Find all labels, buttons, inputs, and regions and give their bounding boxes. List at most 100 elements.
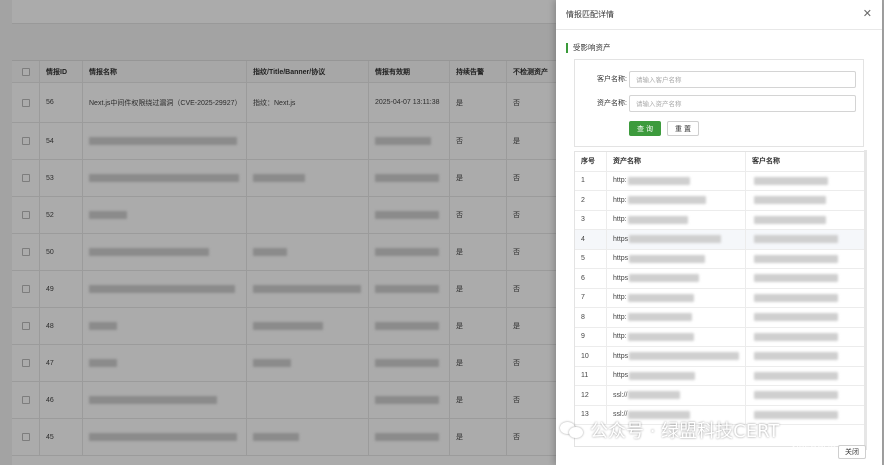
close-button[interactable]: 关闭 (838, 445, 866, 459)
asset-prefix: http: (613, 196, 627, 204)
affected-assets-table: 序号 资产名称 客户名称 1 http: 2 http: 3 http: 4 https 5 ht… (574, 151, 866, 447)
cell-no: 5 (575, 249, 607, 268)
asset-prefix: https (613, 372, 629, 380)
col-customer-name: 客户名称 (752, 158, 780, 166)
reset-button[interactable]: 重 置 (667, 121, 699, 136)
close-icon[interactable]: ✕ (863, 9, 872, 20)
table-row[interactable]: 8 http: (575, 308, 865, 328)
section-affected-assets: 受影响资产 (566, 42, 611, 53)
cell-asset: http: (607, 210, 746, 229)
cell-customer (746, 289, 865, 308)
cell-asset: https (607, 230, 746, 249)
section-title: 受影响资产 (573, 43, 611, 52)
asset-prefix: ssl:// (613, 391, 628, 399)
table-scrollbar[interactable] (864, 150, 867, 450)
redacted-text (629, 371, 696, 380)
table-row[interactable]: 6 https (575, 269, 865, 289)
asset-prefix: https (613, 352, 629, 360)
drawer-title: 情报匹配详情 (566, 10, 614, 19)
redacted-text (754, 293, 838, 302)
watermark: 公众号 · 绿盟科技CERT (560, 415, 779, 445)
redacted-text (754, 235, 838, 244)
drawer-header: 情报匹配详情 ✕ (556, 0, 882, 30)
filter-form: 客户名称: 请输入客户名称 资产名称: 请输入资产名称 查 询 重 置 (574, 59, 864, 147)
customer-label: 客户名称: (597, 76, 627, 83)
cell-customer (746, 172, 865, 191)
cell-asset: http: (607, 288, 746, 307)
cell-asset: https (607, 269, 746, 288)
watermark-text: 公众号 · 绿盟科技CERT (590, 421, 780, 442)
redacted-text (627, 215, 688, 224)
redacted-text (754, 332, 838, 341)
asset-prefix: http: (613, 294, 627, 302)
cell-no: 10 (575, 347, 607, 366)
asset-prefix: http: (613, 177, 627, 185)
section-accent-bar (566, 42, 568, 53)
table-row[interactable]: 4 https (575, 230, 865, 250)
cell-no: 9 (575, 327, 607, 346)
redacted-text (627, 196, 706, 205)
table-row[interactable]: 10 https (575, 347, 865, 367)
redacted-text (629, 352, 740, 361)
wechat-icon (560, 420, 584, 440)
asset-input[interactable]: 请输入资产名称 (629, 94, 856, 112)
redacted-text (754, 274, 838, 283)
asset-prefix: https (613, 274, 629, 282)
redacted-text (754, 313, 838, 322)
table-row[interactable]: 11 https (575, 366, 865, 386)
cell-no: 3 (575, 210, 607, 229)
cell-customer (746, 211, 865, 230)
redacted-text (754, 254, 838, 263)
search-button[interactable]: 查 询 (629, 121, 661, 136)
cell-no: 4 (575, 230, 607, 249)
cell-customer (746, 386, 865, 405)
cell-asset: http: (607, 308, 746, 327)
table-row[interactable]: 1 http: (575, 171, 865, 191)
table-row[interactable]: 2 http: (575, 191, 865, 211)
asset-prefix: http: (613, 216, 627, 224)
redacted-text (754, 352, 838, 361)
cell-no: 7 (575, 288, 607, 307)
cell-no: 8 (575, 308, 607, 327)
cell-asset: https (607, 249, 746, 268)
table-row[interactable]: 9 http: (575, 327, 865, 347)
cell-no: 6 (575, 269, 607, 288)
asset-prefix: https (613, 235, 629, 243)
cell-asset: http: (607, 171, 746, 190)
redacted-text (627, 293, 694, 302)
col-asset-name: 资产名称 (607, 152, 746, 171)
redacted-text (754, 215, 826, 224)
redacted-text (754, 391, 838, 400)
table-row[interactable]: 12 ssl:// (575, 386, 865, 406)
table-row[interactable]: 7 http: (575, 288, 865, 308)
intel-match-drawer: 情报匹配详情 ✕ 受影响资产 客户名称: 请输入客户名称 资产名称: 请输入资产… (556, 0, 882, 465)
redacted-text (754, 176, 828, 185)
col-no: 序号 (575, 152, 607, 171)
asset-prefix: http: (613, 333, 627, 341)
asset-prefix: http: (613, 313, 627, 321)
cell-customer (746, 250, 865, 269)
redacted-text (629, 235, 722, 244)
cell-asset: https (607, 366, 746, 385)
redacted-text (627, 176, 690, 185)
cell-asset: http: (607, 327, 746, 346)
redacted-text (754, 371, 838, 380)
customer-input[interactable]: 请输入客户名称 (629, 70, 856, 88)
cell-customer (746, 191, 865, 210)
cell-asset: http: (607, 191, 746, 210)
asset-prefix: https (613, 255, 629, 263)
cell-no: 11 (575, 366, 607, 385)
table-row[interactable]: 5 https (575, 249, 865, 269)
redacted-text (627, 313, 692, 322)
cell-no: 12 (575, 386, 607, 405)
table-row[interactable]: 3 http: (575, 210, 865, 230)
cell-customer (746, 347, 865, 366)
redacted-text (754, 196, 826, 205)
redacted-text (629, 254, 706, 263)
asset-label: 资产名称: (597, 100, 627, 107)
cell-customer (746, 230, 865, 249)
cell-asset: ssl:// (607, 386, 746, 405)
redacted-text (628, 391, 681, 400)
redacted-text (627, 332, 694, 341)
cell-no: 2 (575, 191, 607, 210)
